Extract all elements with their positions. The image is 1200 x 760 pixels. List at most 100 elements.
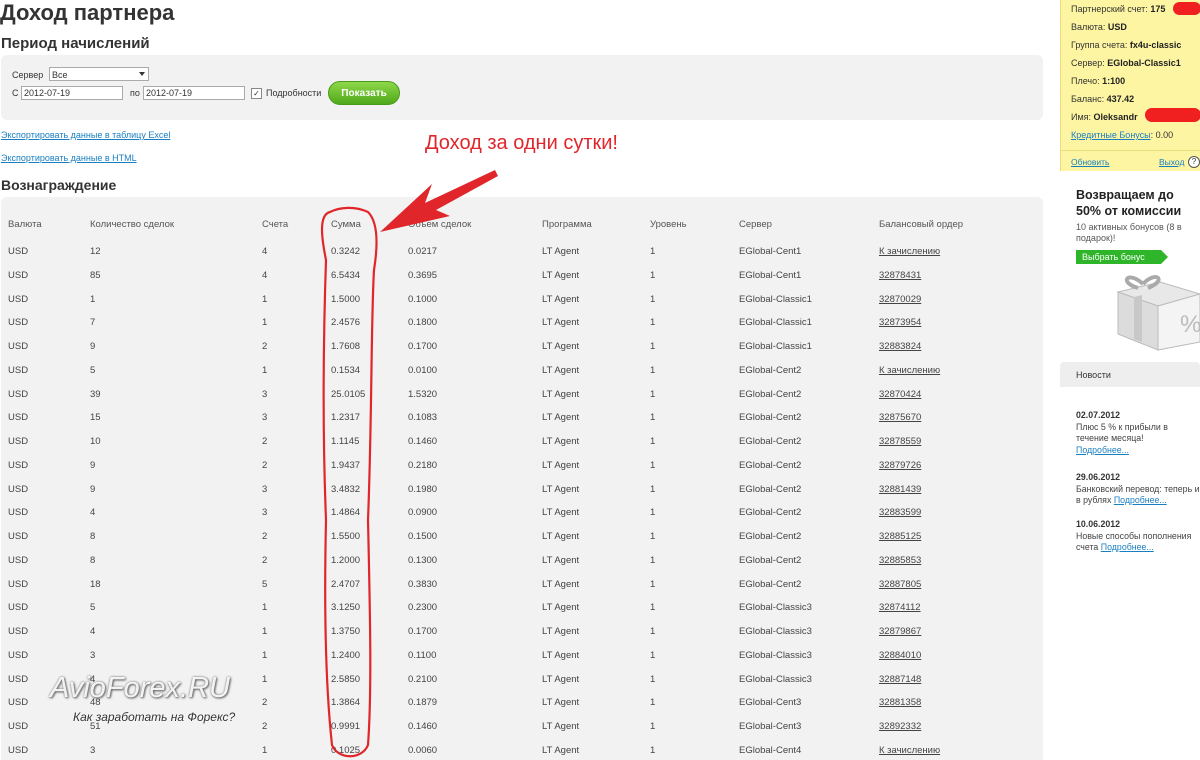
cell-server: EGlobal-Cent4 <box>739 744 802 756</box>
reward-title: Вознаграждение <box>1 177 117 193</box>
choose-bonus-button[interactable]: Выбрать бонус <box>1076 250 1168 264</box>
cell-balance-order[interactable]: 32870029 <box>879 294 921 305</box>
column-header-accounts: Счета <box>262 219 289 230</box>
cell-program: LT Agent <box>542 246 580 257</box>
cell-balance-order[interactable]: К зачислению <box>879 365 940 376</box>
cell-program: LT Agent <box>542 649 580 661</box>
cell-balance-order[interactable]: 32879726 <box>879 460 921 471</box>
cell-amount: 1.4864 <box>331 507 361 519</box>
server-select[interactable]: Все <box>49 67 149 81</box>
cell-deals: 9 <box>90 459 96 471</box>
news-more-link[interactable]: Подробнее... <box>1101 542 1154 552</box>
cell-program: LT Agent <box>542 697 580 709</box>
cell-amount: 1.2000 <box>331 554 361 566</box>
cell-volume: 0.2180 <box>408 459 438 471</box>
cell-accounts: 1 <box>262 673 268 685</box>
cell-deals: 1 <box>90 293 96 305</box>
cell-balance-order[interactable]: 32881439 <box>879 484 921 495</box>
cell-server: EGlobal-Classic3 <box>739 649 812 661</box>
details-checkbox[interactable]: ✓ <box>251 88 262 99</box>
cell-balance-order[interactable]: 32883599 <box>879 507 921 518</box>
to-date-input[interactable]: 2012-07-19 <box>143 86 245 100</box>
news-more-link[interactable]: Подробнее... <box>1076 445 1129 455</box>
promo-banner[interactable]: Возвращаем до 50% от комиссии 10 активны… <box>1060 180 1200 355</box>
cell-server: EGlobal-Cent3 <box>739 721 802 732</box>
news-item: 10.06.2012 Новые способы пополнения счет… <box>1076 519 1200 554</box>
cell-balance-order[interactable]: 32883824 <box>879 341 921 352</box>
news-header: Новости <box>1060 362 1200 387</box>
cell-amount: 0.1534 <box>331 364 361 376</box>
cell-amount: 1.9437 <box>331 459 361 471</box>
cell-server: EGlobal-Classic3 <box>739 602 812 614</box>
from-date-input[interactable]: 2012-07-19 <box>21 86 123 100</box>
chevron-down-icon <box>139 72 145 76</box>
leverage-value: 1:100 <box>1102 76 1126 86</box>
cell-deals: 39 <box>90 388 101 400</box>
cell-currency: USD <box>8 721 29 732</box>
cell-deals: 7 <box>90 317 96 329</box>
cell-program: LT Agent <box>542 673 580 685</box>
cell-currency: USD <box>8 531 29 542</box>
column-header-amount: Сумма <box>331 219 361 230</box>
cell-amount: 1.2317 <box>331 412 361 424</box>
cell-balance-order[interactable]: 32875670 <box>879 412 921 423</box>
cell-currency: USD <box>8 697 29 709</box>
cell-accounts: 3 <box>262 388 268 400</box>
news-title: Новости <box>1076 370 1111 380</box>
cell-program: LT Agent <box>542 626 580 637</box>
group-value: fx4u-classic <box>1129 40 1182 50</box>
news-panel: Новости 02.07.2012 Плюс 5 % к прибыли в … <box>1060 362 1200 572</box>
cell-balance-order[interactable]: 32878559 <box>879 436 921 447</box>
credit-bonus-row: Кредитные Бонусы: 0.00 <box>1071 130 1173 140</box>
currency-label: Валюта: <box>1071 22 1106 32</box>
cell-balance-order[interactable]: 32884010 <box>879 650 921 661</box>
cell-balance-order[interactable]: 32873954 <box>879 317 921 328</box>
credit-bonus-value: : 0.00 <box>1150 130 1174 140</box>
logout-link[interactable]: Выход <box>1159 157 1184 167</box>
cell-server: EGlobal-Classic3 <box>739 626 812 637</box>
cell-balance-order[interactable]: 32892332 <box>879 721 921 732</box>
cell-balance-order[interactable]: 32878431 <box>879 270 921 281</box>
cell-amount: 0.3242 <box>331 246 361 257</box>
refresh-link[interactable]: Обновить <box>1071 157 1110 167</box>
cell-program: LT Agent <box>542 578 580 590</box>
cell-balance-order[interactable]: 32887805 <box>879 579 921 590</box>
cell-accounts: 1 <box>262 293 268 305</box>
cell-amount: 3.4832 <box>331 483 361 495</box>
cell-volume: 0.1700 <box>408 341 438 352</box>
news-more-link[interactable]: Подробнее... <box>1114 495 1167 505</box>
account-panel: Партнерский счет: 175 Валюта: USD Группа… <box>1060 0 1200 171</box>
cell-accounts: 2 <box>262 341 268 352</box>
cell-currency: USD <box>8 507 29 519</box>
cell-balance-order[interactable]: 32874112 <box>879 602 921 613</box>
show-button[interactable]: Показать <box>328 81 400 105</box>
cell-deals: 8 <box>90 531 96 542</box>
help-icon[interactable]: ? <box>1188 156 1200 168</box>
cell-volume: 0.1879 <box>408 697 438 709</box>
cell-volume: 0.2300 <box>408 602 438 614</box>
cell-amount: 1.1145 <box>331 436 360 447</box>
cell-balance-order[interactable]: 32879867 <box>879 626 921 637</box>
cell-volume: 0.0100 <box>408 364 438 376</box>
cell-program: LT Agent <box>542 341 580 352</box>
gift-badge: % <box>1180 311 1200 338</box>
cell-balance-order[interactable]: 32887148 <box>879 674 921 685</box>
cell-balance-order[interactable]: К зачислению <box>879 745 940 756</box>
cell-balance-order[interactable]: 32885853 <box>879 555 921 566</box>
cell-balance-order[interactable]: К зачислению <box>879 246 940 257</box>
cell-balance-order[interactable]: 32885125 <box>879 531 921 542</box>
cell-currency: USD <box>8 364 29 376</box>
cell-deals: 15 <box>90 412 101 424</box>
cell-balance-order[interactable]: 32870424 <box>879 389 921 400</box>
export-html-link[interactable]: Экспортировать данные в HTML <box>1 153 137 163</box>
cell-level: 1 <box>650 602 656 614</box>
cell-level: 1 <box>650 246 656 257</box>
cell-balance-order[interactable]: 32881358 <box>879 697 921 708</box>
cell-level: 1 <box>650 697 656 709</box>
cell-server: EGlobal-Cent3 <box>739 697 802 709</box>
export-excel-link[interactable]: Экспортировать данные в таблицу Excel <box>1 130 170 140</box>
news-date: 02.07.2012 <box>1076 410 1121 420</box>
news-text: Плюс 5 % к прибыли в течение месяца! <box>1076 421 1168 444</box>
cell-program: LT Agent <box>542 269 580 281</box>
credit-bonus-link[interactable]: Кредитные Бонусы <box>1071 130 1151 140</box>
